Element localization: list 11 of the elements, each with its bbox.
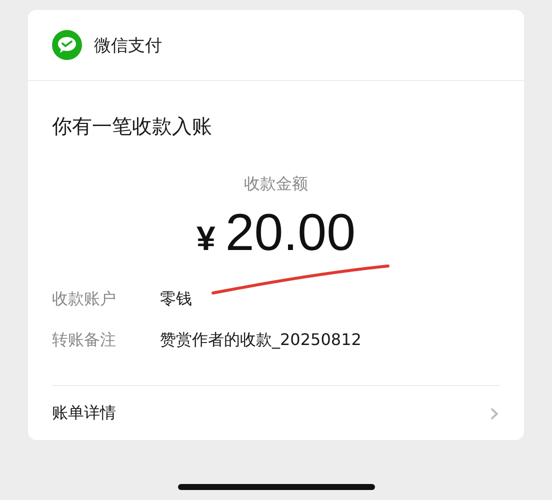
notice-title: 你有一笔收款入账: [52, 113, 213, 140]
detail-value: 赞赏作者的收款_20250812: [160, 330, 362, 351]
detail-label: 收款账户: [52, 289, 117, 310]
header-title: 微信支付: [94, 34, 162, 56]
detail-label: 转账备注: [52, 330, 117, 351]
detail-value: 零钱: [160, 289, 192, 310]
chat-check-icon: [52, 30, 82, 60]
amount-value: 20.00: [225, 207, 356, 259]
amount-label: 收款金额: [244, 174, 308, 195]
bill-details-link[interactable]: 账单详情 ›: [52, 385, 500, 440]
currency-symbol: ¥: [196, 220, 216, 259]
